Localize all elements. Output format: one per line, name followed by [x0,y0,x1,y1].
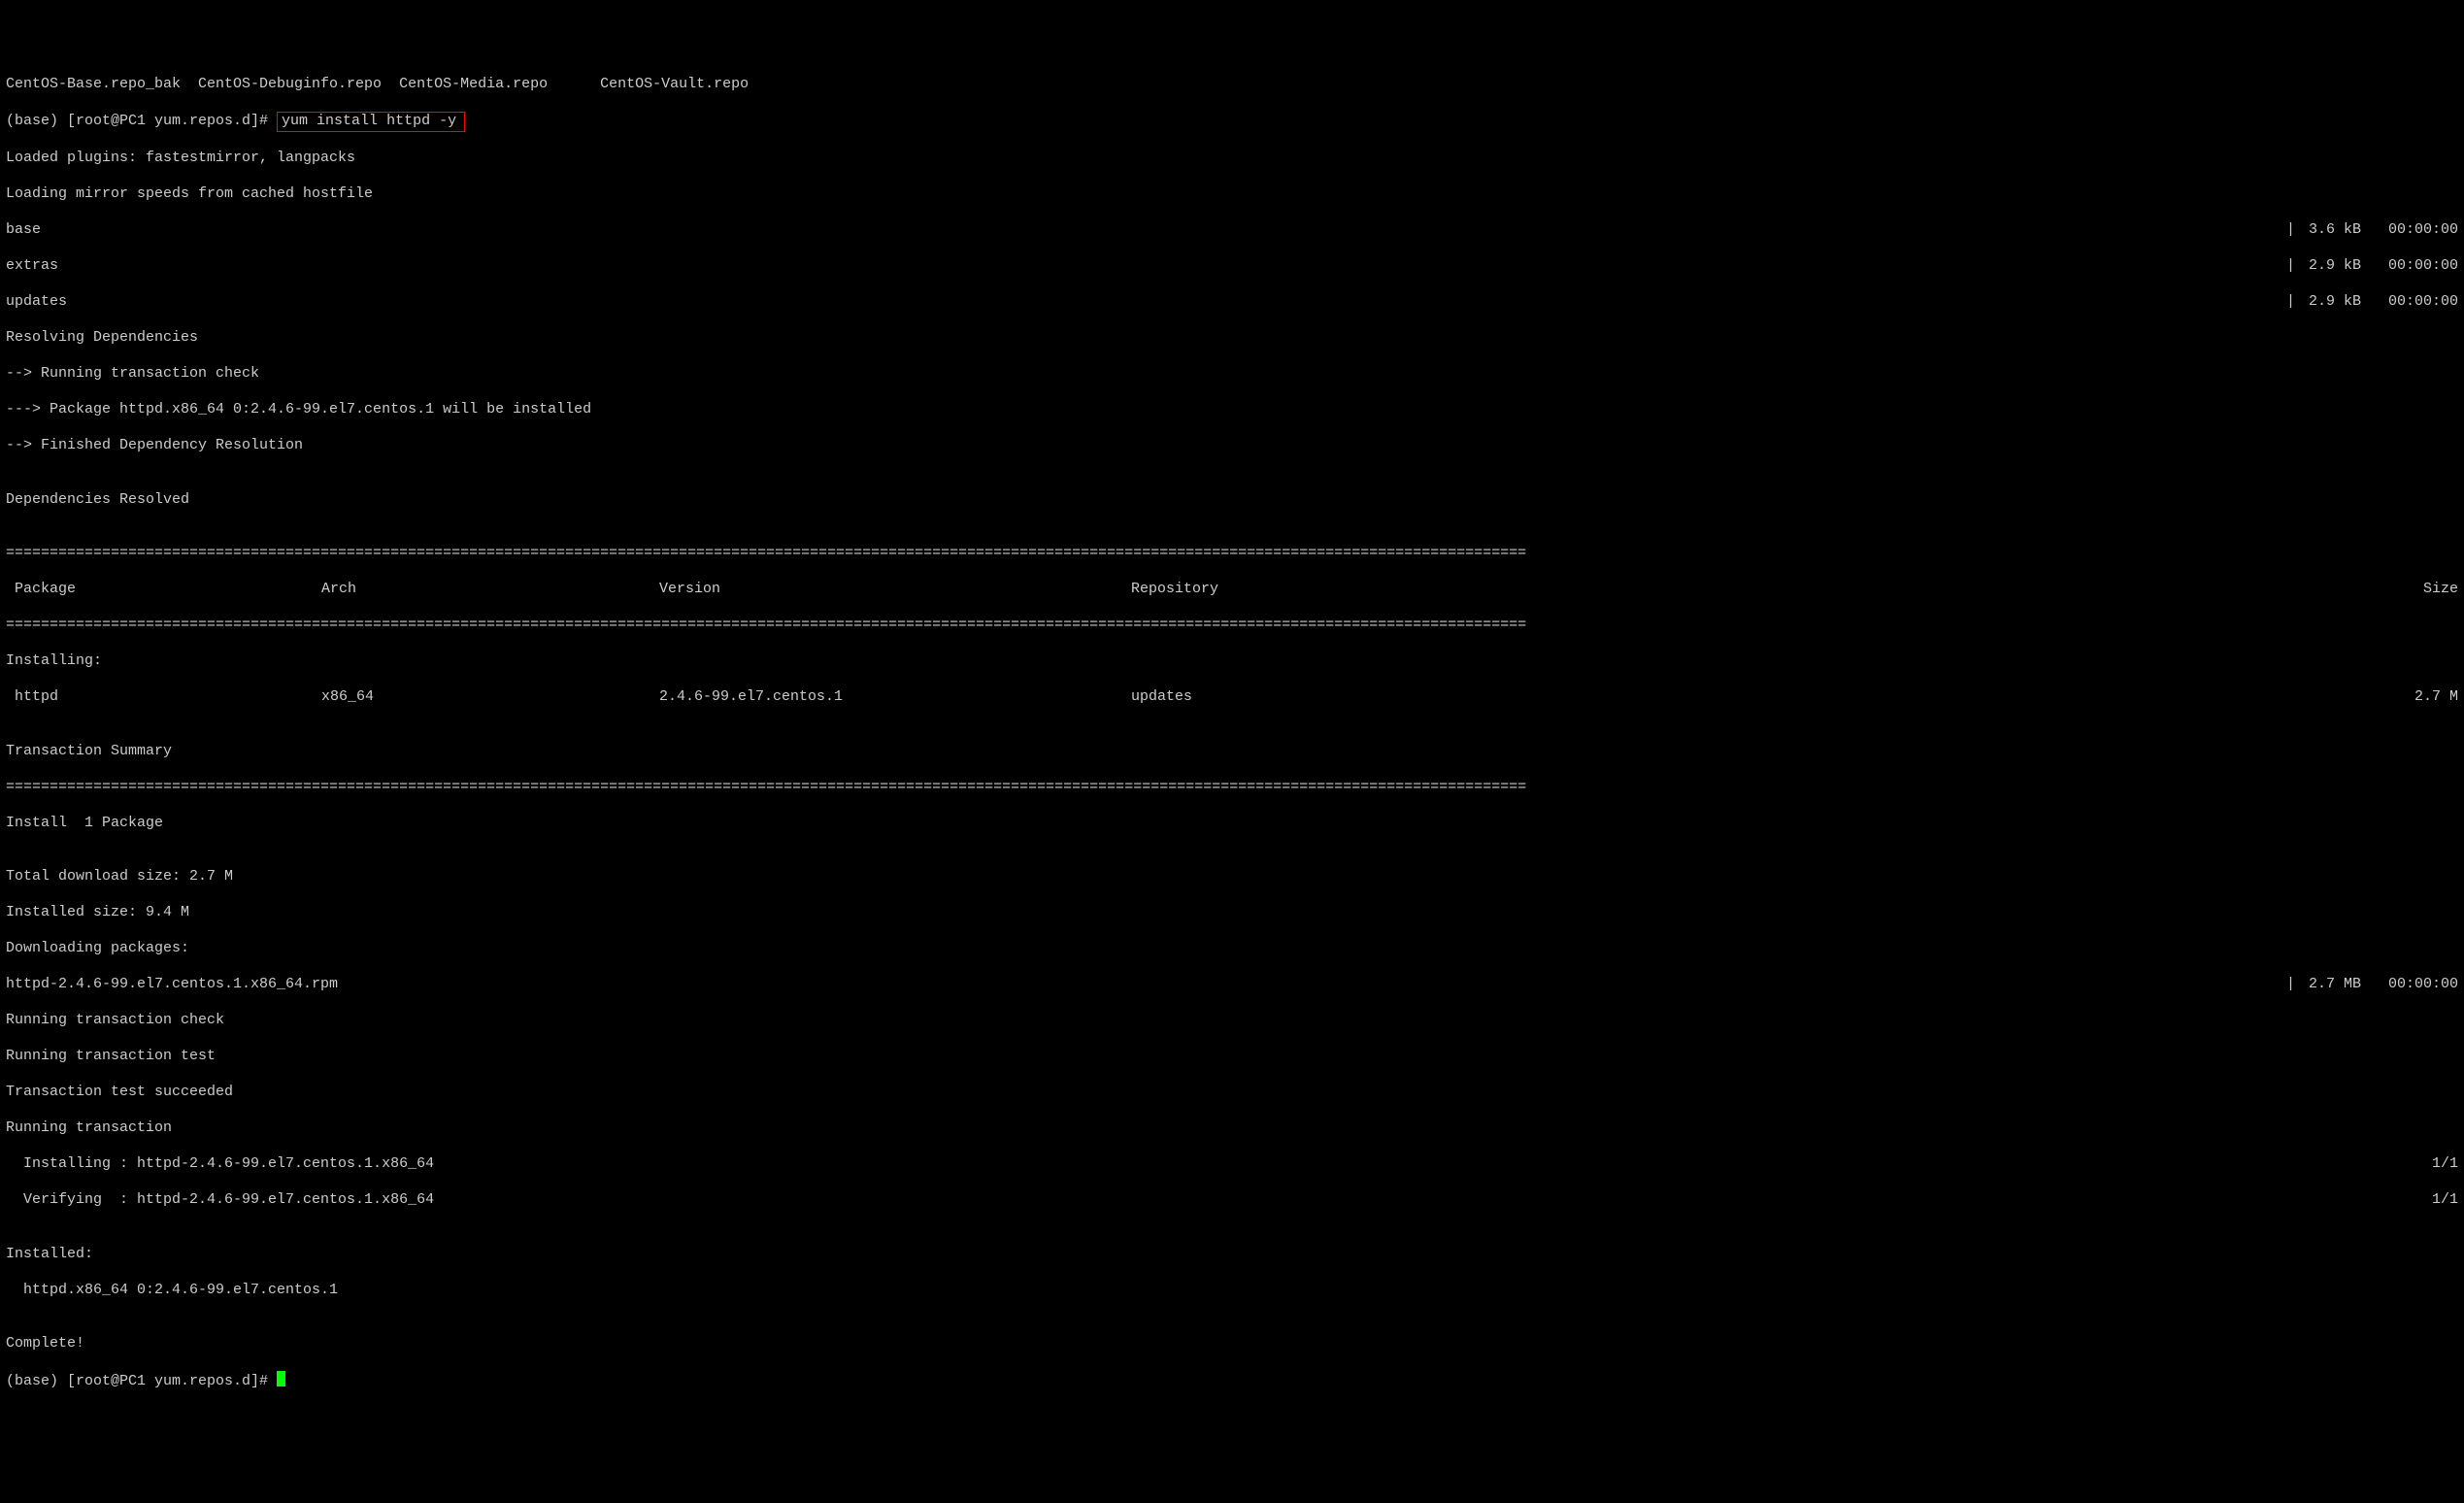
step-row: Verifying : httpd-2.4.6-99.el7.centos.1.… [6,1191,2458,1210]
yum-mirror-line: Loading mirror speeds from cached hostfi… [6,185,2458,204]
dep-line: ---> Package httpd.x86_64 0:2.4.6-99.el7… [6,401,2458,419]
truncated-ls-line: CentOS-Base.repo_bak CentOS-Debuginfo.re… [6,76,2458,94]
prompt-line-1[interactable]: (base) [root@PC1 yum.repos.d]# yum insta… [6,112,2458,132]
trans-line: Transaction test succeeded [6,1084,2458,1102]
table-header: PackageArchVersionRepositorySize [6,581,2458,599]
download-row: httpd-2.4.6-99.el7.centos.1.x86_64.rpm|2… [6,976,2458,994]
separator-double: ========================================… [6,617,2458,635]
dep-line: --> Finished Dependency Resolution [6,437,2458,455]
total-line: Total download size: 2.7 M [6,868,2458,886]
install-count: Install 1 Package [6,815,2458,833]
terminal-output: CentOS-Base.repo_bak CentOS-Debuginfo.re… [6,58,2458,1410]
repo-row: base|3.6 kB00:00:00 [6,221,2458,240]
dep-line: --> Running transaction check [6,365,2458,384]
trans-line: Running transaction check [6,1012,2458,1030]
separator-double: ========================================… [6,779,2458,797]
total-line: Installed size: 9.4 M [6,904,2458,922]
dep-line: Resolving Dependencies [6,329,2458,348]
trans-line: Running transaction [6,1119,2458,1138]
dep-line: Dependencies Resolved [6,491,2458,510]
summary-title: Transaction Summary [6,743,2458,761]
trans-line: Running transaction test [6,1048,2458,1066]
step-row: Installing : httpd-2.4.6-99.el7.centos.1… [6,1155,2458,1174]
highlighted-command: yum install httpd -y [277,112,465,132]
prompt-prefix: (base) [root@PC1 yum.repos.d]# [6,113,277,129]
yum-plugin-line: Loaded plugins: fastestmirror, langpacks [6,150,2458,168]
installed-line: Complete! [6,1335,2458,1353]
table-row: httpdx86_642.4.6-99.el7.centos.1updates2… [6,688,2458,707]
total-line: Downloading packages: [6,940,2458,958]
repo-row: extras|2.9 kB00:00:00 [6,257,2458,276]
installed-line: Installed: [6,1246,2458,1264]
separator-double: ========================================… [6,545,2458,563]
cursor-icon [277,1371,285,1386]
installing-label: Installing: [6,652,2458,671]
repo-row: updates|2.9 kB00:00:00 [6,293,2458,312]
installed-line: httpd.x86_64 0:2.4.6-99.el7.centos.1 [6,1282,2458,1300]
prompt-line-2[interactable]: (base) [root@PC1 yum.repos.d]# [6,1371,2458,1391]
